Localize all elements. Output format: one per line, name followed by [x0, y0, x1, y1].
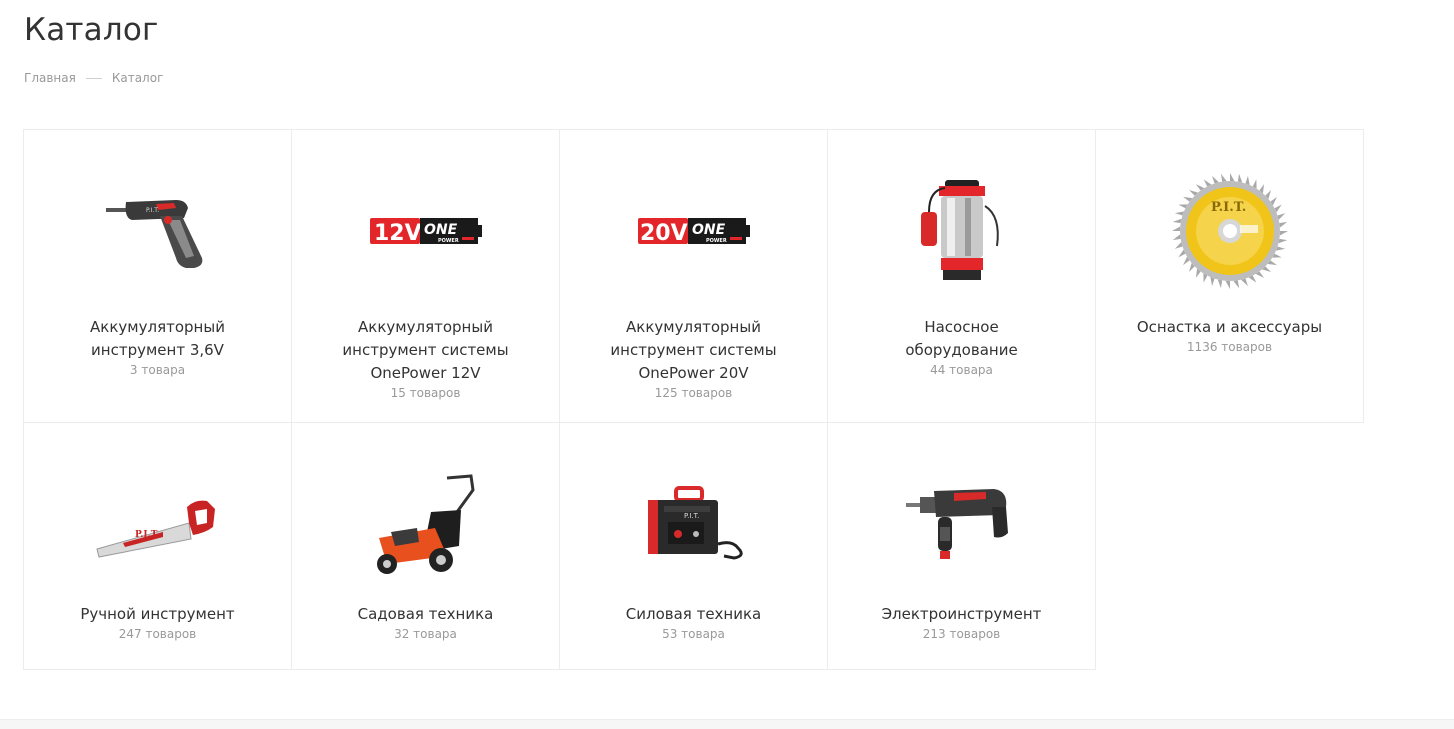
category-count: 32 товара	[394, 627, 457, 641]
category-image[interactable]: P.I.T.	[83, 467, 233, 587]
saw-tooth	[1172, 234, 1181, 241]
svg-text:P.I.T.: P.I.T.	[135, 530, 159, 540]
category-count: 3 товара	[129, 363, 186, 377]
category-name[interactable]: Ручной инструмент	[40, 603, 274, 626]
category-image[interactable]: P.I.T.	[619, 467, 769, 587]
category-count: 53 товара	[662, 627, 725, 641]
saw-tooth	[1278, 221, 1287, 228]
category-count: 1136 товаров	[1186, 340, 1273, 354]
svg-text:12V: 12V	[374, 221, 422, 246]
svg-text:20V: 20V	[640, 221, 688, 246]
page-title: Каталог	[24, 12, 159, 48]
saw-tooth	[1220, 173, 1227, 182]
category-count: 44 товара	[930, 363, 993, 377]
catalog-grid: P.I.T. Аккумуляторный инструмент 3,6V 3 …	[23, 129, 1367, 670]
saw-tooth	[1211, 175, 1219, 184]
saw-tooth	[1174, 242, 1182, 249]
category-card-power-tools[interactable]: Электроинструмент 213 товаров	[827, 422, 1096, 670]
saw-tooth	[1209, 276, 1215, 287]
category-card-hand-tools[interactable]: P.I.T. Ручной инструмент 247 товаров	[23, 422, 292, 670]
category-card-cordless-3-6v[interactable]: P.I.T. Аккумуляторный инструмент 3,6V 3 …	[23, 129, 292, 423]
category-count: 125 товаров	[654, 386, 733, 400]
category-name[interactable]: Насосное оборудование	[828, 316, 1095, 362]
category-image[interactable]	[887, 467, 1037, 587]
catalog-row: P.I.T. Аккумуляторный инструмент 3,6V 3 …	[23, 129, 1367, 423]
category-name[interactable]: Аккумуляторный инструмент системы OnePow…	[560, 316, 827, 385]
welding-inverter-icon: P.I.T.	[647, 486, 743, 560]
category-card-onepower-20v[interactable]: 20V ONE POWER Аккумуляторный инструмент …	[559, 129, 828, 423]
category-name[interactable]: Электроинструмент	[842, 603, 1082, 626]
category-name[interactable]: Силовая техника	[586, 603, 801, 626]
category-card-accessories[interactable]: P.I.T. Оснастка и аксессуары 1136 товаро…	[1095, 129, 1364, 423]
svg-text:P.I.T.: P.I.T.	[146, 207, 159, 214]
svg-text:POWER: POWER	[706, 238, 727, 244]
category-image[interactable]: 20V ONE POWER	[619, 166, 769, 296]
saw-tooth	[1171, 226, 1180, 231]
category-image[interactable]	[351, 467, 501, 587]
saw-tooth	[1240, 278, 1248, 287]
svg-text:POWER: POWER	[438, 238, 459, 244]
saw-tooth	[1172, 218, 1182, 224]
breadcrumb-separator	[85, 77, 102, 79]
saw-tooth	[1244, 175, 1250, 186]
saw-tooth	[1217, 279, 1222, 289]
cordless-screwdriver-icon: P.I.T.	[105, 200, 202, 268]
category-image[interactable]	[887, 166, 1037, 296]
category-card-garden[interactable]: Садовая техника 32 товара	[291, 422, 560, 670]
saw-tooth	[1229, 173, 1234, 182]
category-name[interactable]: Аккумуляторный инструмент 3,6V	[24, 316, 291, 362]
svg-text:P.I.T.: P.I.T.	[684, 512, 699, 520]
hammer-drill-icon	[905, 489, 1008, 559]
category-name[interactable]: Аккумуляторный инструмент системы OnePow…	[292, 316, 559, 385]
footer-divider	[0, 719, 1454, 729]
category-count: 213 товаров	[922, 627, 1001, 641]
svg-text:ONE: ONE	[692, 222, 726, 238]
category-image[interactable]: P.I.T.	[83, 166, 233, 296]
lawn-mower-icon	[376, 474, 475, 574]
category-image[interactable]: 12V ONE POWER	[351, 166, 501, 296]
hand-saw-icon: P.I.T.	[95, 500, 215, 558]
saw-tooth	[1275, 246, 1285, 251]
category-image[interactable]: P.I.T.	[1155, 166, 1305, 296]
category-name[interactable]: Садовая техника	[318, 603, 534, 626]
saw-tooth	[1237, 173, 1242, 183]
saw-tooth	[1279, 231, 1288, 236]
category-name[interactable]: Оснастка и аксессуары	[1097, 316, 1362, 339]
category-count: 15 товаров	[390, 386, 461, 400]
saw-tooth	[1174, 211, 1184, 216]
saw-blade-icon: P.I.T.	[1171, 173, 1288, 289]
breadcrumb: Главная Каталог	[24, 71, 163, 85]
category-count: 247 товаров	[118, 627, 197, 641]
saw-tooth	[1277, 238, 1287, 244]
saw-tooth	[1277, 213, 1285, 220]
category-card-power-equipment[interactable]: P.I.T. Силовая техника 53 товара	[559, 422, 828, 670]
svg-text:P.I.T.: P.I.T.	[1211, 200, 1246, 215]
catalog-row: P.I.T. Ручной инструмент 247 товаров Сад…	[23, 422, 1367, 670]
category-card-pumps[interactable]: Насосное оборудование 44 товара	[827, 129, 1096, 423]
saw-tooth	[1225, 280, 1230, 289]
onepower-12v-logo: 12V ONE POWER	[369, 218, 482, 246]
category-card-onepower-12v[interactable]: 12V ONE POWER Аккумуляторный инструмент …	[291, 129, 560, 423]
svg-text:ONE: ONE	[424, 222, 458, 238]
breadcrumb-home-link[interactable]: Главная	[24, 71, 76, 85]
onepower-20v-logo: 20V ONE POWER	[637, 218, 750, 246]
water-pump-icon	[920, 180, 999, 280]
saw-tooth	[1232, 280, 1239, 289]
breadcrumb-current: Каталог	[111, 71, 164, 85]
